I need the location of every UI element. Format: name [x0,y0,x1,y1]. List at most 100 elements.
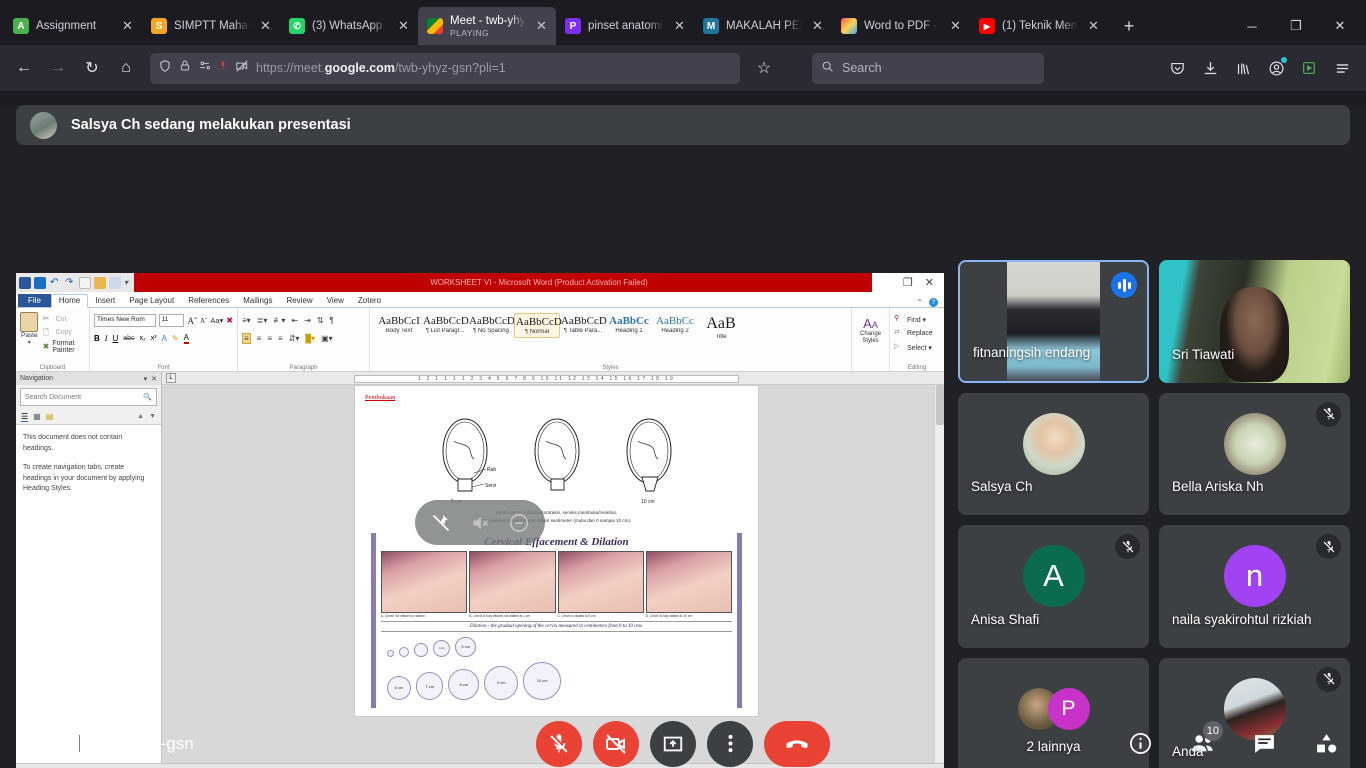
camera-blocked-icon[interactable] [235,59,249,78]
microphone-active-icon[interactable] [218,59,228,77]
font-color-icon[interactable]: A [183,333,189,344]
navigation-search-input[interactable]: Search Document 🔍 [20,388,157,406]
text-effects-icon[interactable]: A [162,334,167,343]
browser-tab-5[interactable]: M MAKALAH PEMI ✕ [694,7,832,45]
horizontal-ruler[interactable]: L 1 2 1 1 1 1 2 3 4 5 6 7 8 9 10 11 12 1… [162,372,944,385]
strikethrough-button[interactable]: abc [123,335,134,342]
paste-dropdown-icon[interactable]: ▾ [20,339,39,346]
permissions-icon[interactable] [198,59,211,77]
minimize-icon[interactable] [504,508,534,538]
select-button[interactable]: ▷ Select ▾ [894,342,940,353]
pocket-icon[interactable] [1161,52,1193,84]
browser-tab-4[interactable]: Ppinset anatomis ✕ [556,7,694,45]
downloads-icon[interactable] [1194,52,1226,84]
shield-icon[interactable] [158,59,172,78]
align-center-icon[interactable]: ≡ [257,334,262,343]
ribbon-tab-review[interactable]: Review [279,295,319,307]
nav-prev-icon[interactable]: ▲ [137,413,144,420]
show-marks-icon[interactable]: ¶ [330,316,334,325]
extension-icon[interactable] [1293,52,1325,84]
navigation-pane-close-icon[interactable]: ✕ [151,375,157,383]
participant-tile-2[interactable]: Salsya Ch [958,392,1149,515]
leave-call-button[interactable] [764,720,830,767]
browser-tab-close-icon[interactable]: ✕ [257,18,274,35]
account-icon[interactable] [1260,52,1292,84]
nav-next-icon[interactable]: ▼ [149,413,156,420]
home-button[interactable]: ⌂ [110,52,142,84]
style-item-5[interactable]: AaBbCc Heading 1 [606,313,652,336]
nav-tab-results[interactable]: ▤ [46,412,54,421]
ribbon-tab-view[interactable]: View [320,295,351,307]
decrease-indent-icon[interactable]: ⇤ [291,316,298,325]
ribbon-tab-zotero[interactable]: Zotero [351,295,388,307]
scrollbar-thumb[interactable] [936,385,944,425]
style-item-7[interactable]: AaB Title [698,313,744,342]
redo-icon[interactable]: ↷ [64,277,76,289]
style-item-1[interactable]: AaBbCcD ¶ List Paragr... [422,313,469,336]
ribbon-tab-insert[interactable]: Insert [88,295,122,307]
browser-tab-1[interactable]: S SIMPTT Mahasis ✕ [142,7,280,45]
application-menu-icon[interactable] [1326,52,1358,84]
word-close-button[interactable]: ✕ [925,276,934,289]
superscript-button[interactable]: x² [151,335,157,342]
participant-tile-4[interactable]: A Anisa Shafi [958,525,1149,648]
line-spacing-icon[interactable]: ⇵▾ [289,334,300,343]
subscript-button[interactable]: x₂ [140,335,146,342]
document-page[interactable]: Pembukaan Rahim Serviks [354,385,759,717]
back-button[interactable]: ← [8,52,40,84]
volume-off-icon[interactable] [465,508,495,538]
find-button[interactable]: ⚲ Find ▾ [894,314,940,325]
grow-font-icon[interactable]: Aˆ [187,316,197,326]
underline-button[interactable]: U [112,334,118,343]
highlight-color-icon[interactable]: ✎ [172,334,179,343]
undo-icon[interactable]: ↶ [49,277,61,289]
align-left-icon[interactable]: ≡ [242,333,251,344]
browser-tab-0[interactable]: A Assignment ✕ [4,7,142,45]
clear-formatting-icon[interactable]: ✖ [226,316,233,325]
quick-access-toolbar[interactable]: ↶ ↷ ▾ [16,276,136,289]
navigation-pane-dropdown-icon[interactable]: ▾ [144,375,148,383]
open-icon[interactable] [94,276,106,289]
shared-screen-stage[interactable]: ↶ ↷ ▾ WORKSHEET VI - Microsoft Word (Pro… [16,273,944,768]
browser-tab-7[interactable]: ▶ (1) Teknik Menga ✕ [970,7,1108,45]
bookmark-star-icon[interactable]: ☆ [748,52,780,84]
increase-indent-icon[interactable]: ⇥ [304,316,311,325]
minimize-window-button[interactable]: ─ [1230,7,1274,45]
browser-tab-3[interactable]: Meet - twb-yhyz PLAYING ✕ [418,7,556,45]
save-icon[interactable] [34,276,46,289]
activities-button[interactable] [1306,724,1346,764]
browser-tab-close-icon[interactable]: ✕ [395,18,412,35]
present-screen-button[interactable] [650,720,696,767]
ribbon-collapse-icon[interactable]: ⌃ [916,298,923,307]
search-bar[interactable]: Search [812,52,1044,84]
library-icon[interactable] [1227,52,1259,84]
chat-button[interactable] [1244,724,1284,764]
print-preview-icon[interactable] [109,276,121,289]
browser-tab-close-icon[interactable]: ✕ [533,18,550,35]
camera-off-button[interactable] [593,720,639,767]
new-tab-button[interactable]: + [1114,11,1144,41]
ribbon-tab-mailings[interactable]: Mailings [236,295,279,307]
address-bar[interactable]: https://meet.google.com/twb-yhyz-gsn?pli… [150,52,740,84]
nav-tab-pages[interactable]: ▦ [33,412,41,421]
styles-gallery[interactable]: AaBbCcI Body Text AaBbCcD ¶ List Paragr... A… [374,310,847,342]
reload-button[interactable]: ↻ [76,52,108,84]
browser-tab-close-icon[interactable]: ✕ [947,18,964,35]
tab-selector-button[interactable]: L [166,373,176,383]
borders-icon[interactable]: ▣▾ [321,334,333,343]
maximize-window-button[interactable]: ❐ [1274,7,1318,45]
sort-icon[interactable]: ⇅ [317,316,324,325]
numbered-list-icon[interactable]: ≣▾ [257,316,268,325]
font-family-combo[interactable]: Times New Rom [94,314,156,327]
browser-tab-close-icon[interactable]: ✕ [671,18,688,35]
format-painter-button[interactable]: ✖ Format Painter [43,340,85,354]
shrink-font-icon[interactable]: Aˆ [200,317,207,325]
participant-tile-0[interactable]: fitnaningsih endang [958,260,1149,383]
ribbon-tab-references[interactable]: References [181,295,236,307]
forward-button[interactable]: → [42,52,74,84]
change-styles-button[interactable]: AA Change Styles [852,308,890,371]
participant-tile-5[interactable]: n naila syakirohtul rizkiah [1159,525,1350,648]
browser-tab-close-icon[interactable]: ✕ [809,18,826,35]
browser-tab-2[interactable]: ✆ (3) WhatsApp ✕ [280,7,418,45]
participant-tile-3[interactable]: Bella Ariska Nh [1159,392,1350,515]
